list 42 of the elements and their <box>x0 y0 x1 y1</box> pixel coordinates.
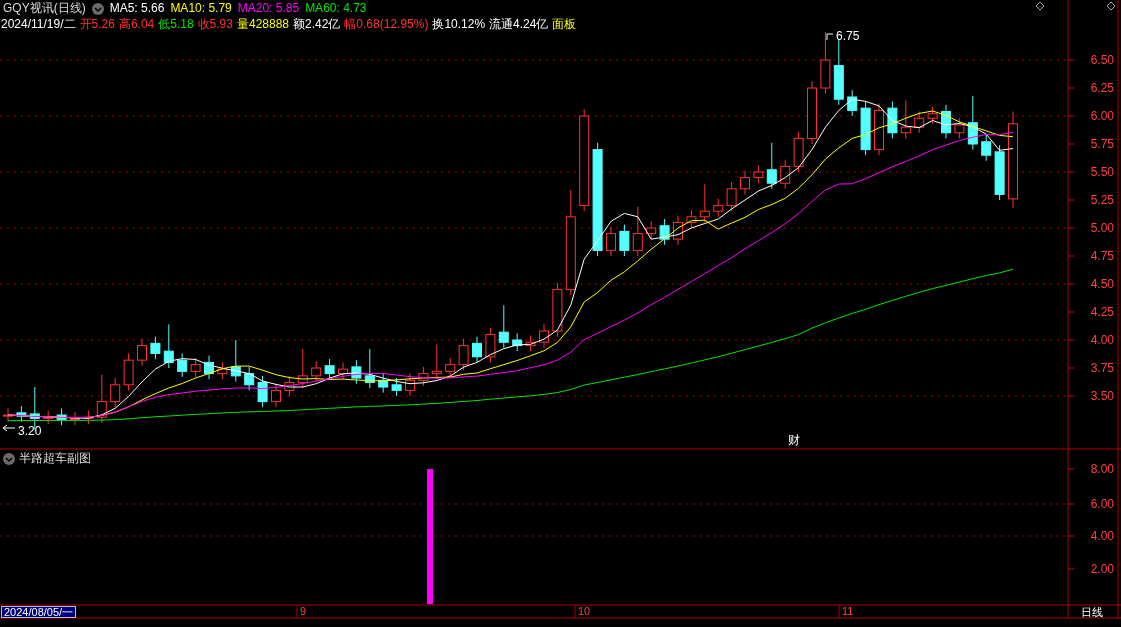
price-axis-label: 4.50 <box>1089 277 1114 291</box>
quote-value: 额2.42亿 <box>293 17 341 32</box>
quote-value: 开5.26 <box>79 17 115 32</box>
moving-average-label: MA20: 5.85 <box>237 1 300 16</box>
moving-average-label: MA10: 5.79 <box>170 1 232 16</box>
indicator-axis-label: 4.00 <box>1089 529 1114 543</box>
indicator-axis-label: 6.00 <box>1089 497 1114 511</box>
finance-event-marker[interactable]: 财 <box>788 433 800 447</box>
price-axis-label: 6.25 <box>1089 81 1114 95</box>
month-label: 9 <box>300 605 307 617</box>
quote-value: 低5.18 <box>158 17 194 32</box>
price-axis-label: 4.75 <box>1089 249 1114 263</box>
month-label: 10 <box>578 605 591 617</box>
month-label: 11 <box>842 605 854 617</box>
price-axis-label: 3.50 <box>1089 389 1114 403</box>
price-axis-label: 5.25 <box>1089 193 1114 207</box>
indicator-title: 半路超车副图 <box>19 451 91 466</box>
indicator-axis-label: 8.00 <box>1089 462 1114 476</box>
price-axis-label: 3.75 <box>1089 361 1114 375</box>
low-price-label: 3.20 <box>18 424 42 438</box>
quote-value: 2024/11/19/二 <box>1 17 76 32</box>
price-axis-label: 6.00 <box>1089 109 1114 123</box>
date-cursor-label: 2024/08/05/一 <box>1 606 77 618</box>
moving-average-label: MA60: 4.73 <box>305 1 367 16</box>
quote-value: 量428888 <box>236 17 289 32</box>
price-axis-label: 5.50 <box>1089 165 1114 179</box>
quote-value: 面板 <box>552 17 577 32</box>
period-label[interactable]: 日线 <box>1081 606 1103 618</box>
quote-value: 高6.04 <box>118 17 155 32</box>
price-axis-label: 6.50 <box>1089 53 1114 67</box>
chart-title: GQY视讯(日线) <box>3 1 86 16</box>
high-price-label: 6.75 <box>836 29 860 43</box>
indicator-axis-label: 2.00 <box>1089 562 1114 576</box>
quote-value: 换10.12% <box>432 17 486 32</box>
quote-value: 流通4.24亿 <box>489 17 549 32</box>
price-axis-label: 5.75 <box>1089 137 1114 151</box>
quote-value: 幅0.68(12.95%) <box>344 17 429 32</box>
price-axis-label: 5.00 <box>1089 221 1114 235</box>
price-axis-label: 4.25 <box>1089 305 1114 319</box>
quote-value: 收5.93 <box>197 17 233 32</box>
price-axis-label: 4.00 <box>1089 333 1114 347</box>
moving-average-label: MA5: 5.66 <box>109 1 165 16</box>
